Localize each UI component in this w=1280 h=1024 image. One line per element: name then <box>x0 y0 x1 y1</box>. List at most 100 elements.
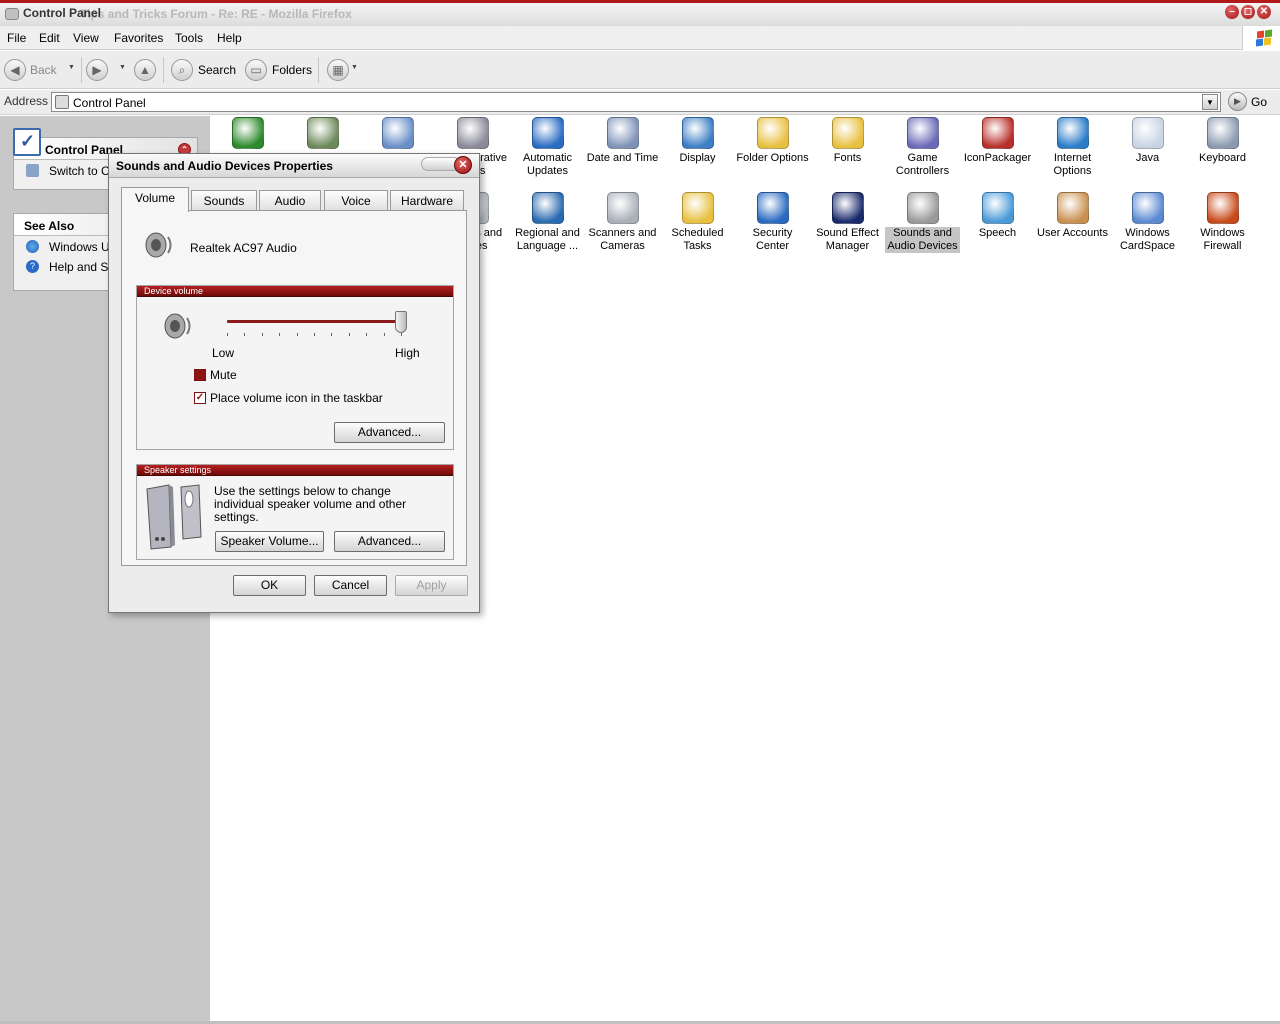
control-panel-item[interactable]: Java <box>1110 117 1185 165</box>
tab-hardware[interactable]: Hardware <box>390 190 464 210</box>
control-panel-item[interactable]: Regional and Language ... <box>510 192 585 253</box>
menu-favorites[interactable]: Favorites <box>114 31 163 45</box>
mute-checkbox[interactable] <box>194 369 206 381</box>
maximize-icon[interactable]: ◻ <box>1241 5 1255 19</box>
control-panel-checklist-icon <box>13 128 41 156</box>
display-icon <box>681 117 714 149</box>
volume-tab-page: Realtek AC97 Audio Device volume Low Hig… <box>121 210 467 566</box>
control-panel-item[interactable]: Internet Options <box>1035 117 1110 178</box>
java-icon <box>1131 117 1164 149</box>
close-icon[interactable]: ✕ <box>1257 5 1271 19</box>
control-panel-item[interactable]: Keyboard <box>1185 117 1260 165</box>
dialog-title-bar[interactable]: Sounds and Audio Devices Properties ✕ <box>109 154 479 178</box>
address-dropdown-icon[interactable]: ▼ <box>1202 94 1218 110</box>
views-dropdown-icon[interactable]: ▼ <box>351 64 358 71</box>
programs-icon <box>381 117 414 149</box>
tab-volume[interactable]: Volume <box>121 187 189 212</box>
keyboard-icon <box>1206 117 1239 149</box>
control-panel-item-label: Windows CardSpace <box>1119 227 1176 252</box>
control-panel-item-label: Security Center <box>752 227 793 252</box>
control-panel-item[interactable]: User Accounts <box>1035 192 1110 240</box>
forward-dropdown-icon[interactable]: ▼ <box>119 64 126 71</box>
control-panel-item[interactable]: Speech <box>960 192 1035 240</box>
speaker-icon <box>145 232 172 258</box>
control-panel-item-label: Regional and Language ... <box>515 227 580 252</box>
control-panel-item-label: Windows Firewall <box>1200 227 1245 252</box>
control-panel-item[interactable]: Fonts <box>810 117 885 165</box>
taskbar-icon-checkbox[interactable]: ✓ <box>194 392 206 404</box>
search-icon[interactable]: ⌕ <box>171 59 193 81</box>
folders-button[interactable]: Folders <box>272 63 312 77</box>
accessibility-icon <box>231 117 264 149</box>
speaker-description: Use the settings below to change individ… <box>214 484 407 524</box>
device-volume-heading: Device volume <box>144 286 204 296</box>
close-icon[interactable]: ✕ <box>454 156 472 174</box>
speaker-advanced-button[interactable]: Advanced... <box>334 531 445 552</box>
tab-audio[interactable]: Audio <box>259 190 321 210</box>
up-folder-icon[interactable]: ▲ <box>134 59 156 81</box>
see-also-heading: See Also <box>24 219 75 233</box>
iconpackager-icon <box>981 117 1014 149</box>
slider-tick <box>314 333 315 336</box>
mute-label[interactable]: Mute <box>210 368 237 382</box>
ok-button[interactable]: OK <box>233 575 306 596</box>
volume-slider-track[interactable] <box>227 320 401 323</box>
help-icon: ? <box>26 260 39 273</box>
control-panel-item[interactable]: Date and Time <box>585 117 660 165</box>
control-panel-item-label: Keyboard <box>1198 152 1247 164</box>
speakers-icon <box>146 484 202 550</box>
control-panel-item[interactable]: Scanners and Cameras <box>585 192 660 253</box>
go-arrow-icon[interactable]: ▶ <box>1228 92 1247 111</box>
control-panel-small-icon <box>55 95 69 109</box>
back-button[interactable]: Back <box>30 63 57 77</box>
control-panel-item-label: Speech <box>978 227 1017 239</box>
cardspace-icon <box>1131 192 1164 224</box>
menu-edit[interactable]: Edit <box>39 31 60 45</box>
volume-advanced-button[interactable]: Advanced... <box>334 422 445 443</box>
menu-file[interactable]: File <box>7 31 26 45</box>
tab-voice[interactable]: Voice <box>324 190 388 210</box>
control-panel-item[interactable]: Game Controllers <box>885 117 960 178</box>
device-volume-group: Device volume Low High Mute ✓ Place volu… <box>136 285 454 450</box>
taskbar-icon-label[interactable]: Place volume icon in the taskbar <box>210 391 383 405</box>
menu-view[interactable]: View <box>73 31 99 45</box>
back-arrow-icon[interactable]: ◀ <box>4 59 26 81</box>
apply-button[interactable]: Apply <box>395 575 468 596</box>
control-panel-item[interactable]: Security Center <box>735 192 810 253</box>
tab-sounds[interactable]: Sounds <box>191 190 257 210</box>
back-dropdown-icon[interactable]: ▼ <box>68 64 75 71</box>
control-panel-item[interactable]: Sounds and Audio Devices <box>885 192 960 253</box>
control-panel-item[interactable]: Windows CardSpace <box>1110 192 1185 253</box>
control-panel-item[interactable]: Windows Firewall <box>1185 192 1260 253</box>
speaker-volume-button[interactable]: Speaker Volume... <box>215 531 324 552</box>
control-panel-item[interactable]: Scheduled Tasks <box>660 192 735 253</box>
speaker-settings-header: Speaker settings <box>137 465 453 476</box>
ghost-window-title: Tips and Tricks Forum - Re: RE - Mozilla… <box>80 7 352 21</box>
control-panel-item-label: Folder Options <box>736 152 809 164</box>
slider-tick <box>279 333 281 336</box>
control-panel-item-label: Automatic Updates <box>523 152 572 177</box>
menu-tools[interactable]: Tools <box>175 31 203 45</box>
views-icon[interactable]: ▦ <box>327 59 349 81</box>
go-button[interactable]: Go <box>1251 95 1267 109</box>
window-title: Control Panel <box>23 6 102 20</box>
menu-help[interactable]: Help <box>217 31 242 45</box>
address-field[interactable]: Control Panel ▼ <box>51 92 1221 112</box>
volume-slider-thumb[interactable] <box>395 311 407 333</box>
control-panel-item[interactable]: IconPackager <box>960 117 1035 165</box>
control-panel-item[interactable]: Automatic Updates <box>510 117 585 178</box>
scheduled-folder-icon <box>681 192 714 224</box>
cancel-button[interactable]: Cancel <box>314 575 387 596</box>
control-panel-item[interactable]: Folder Options <box>735 117 810 165</box>
search-button[interactable]: Search <box>198 63 236 77</box>
minimize-icon[interactable]: – <box>1225 5 1239 19</box>
control-panel-item[interactable]: Sound Effect Manager <box>810 192 885 253</box>
folders-icon[interactable]: ▭ <box>245 59 267 81</box>
forward-arrow-icon[interactable]: ▶ <box>86 59 108 81</box>
volume-speaker-icon <box>164 313 191 339</box>
window-title-bar[interactable]: Tips and Tricks Forum - Re: RE - Mozilla… <box>0 0 1280 26</box>
control-panel-item[interactable]: Display <box>660 117 735 165</box>
windows-update-small-icon <box>26 240 39 253</box>
admin-tools-icon <box>456 117 489 149</box>
control-panel-item-label: Display <box>679 152 716 164</box>
